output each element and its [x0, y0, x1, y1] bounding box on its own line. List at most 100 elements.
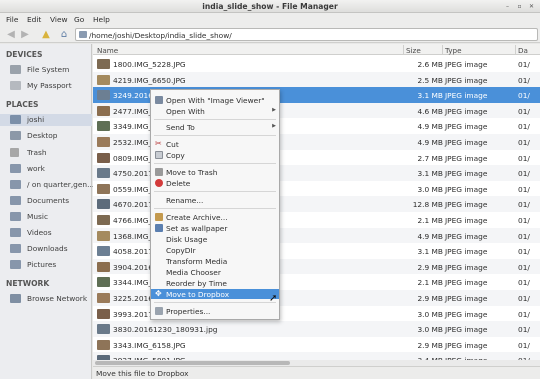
sidebar-item-label: work — [27, 164, 45, 173]
file-date: 01/ — [518, 75, 530, 85]
image-thumbnail-icon — [97, 74, 110, 85]
file-type: JPEG image — [445, 247, 488, 257]
menu-item-transform-media[interactable]: Transform Media — [151, 256, 279, 266]
sidebar-item-browse-network[interactable]: Browse Network — [10, 293, 92, 305]
file-type: JPEG image — [445, 200, 488, 210]
location-bar[interactable]: /home/joshi/Desktop/india_slide_show/ — [75, 28, 538, 41]
sidebar-item-music[interactable]: Music — [10, 211, 92, 223]
column-name[interactable]: Name — [97, 46, 118, 55]
close-icon[interactable]: ✕ — [527, 2, 536, 11]
sidebar-item-pictures[interactable]: Pictures — [10, 259, 92, 271]
file-size: 2.5 MB — [417, 75, 443, 85]
column-date[interactable]: Da — [518, 46, 528, 55]
title-bar: india_slide_show - File Manager – ▫ ✕ — [0, 0, 540, 13]
sidebar-item-documents[interactable]: Documents — [10, 195, 92, 207]
sidebar-item-quarter-share[interactable]: / on quarter,gen... — [10, 179, 94, 191]
menu-item-send-to[interactable]: Send To ▶ — [151, 122, 279, 132]
wallpaper-icon — [155, 224, 163, 232]
sidebar-item-videos[interactable]: Videos — [10, 227, 92, 239]
file-size: 2.1 MB — [417, 278, 443, 288]
file-size: 3.0 MB — [417, 325, 443, 335]
image-thumbnail-icon — [97, 90, 110, 101]
folder-icon — [79, 31, 87, 38]
menu-item-move-to-trash[interactable]: Move to Trash — [151, 167, 279, 177]
menu-item-copy[interactable]: Copy — [151, 150, 279, 160]
file-date: 01/ — [518, 106, 530, 116]
file-date: 01/ — [518, 309, 530, 319]
minimize-icon[interactable]: – — [503, 2, 512, 11]
menu-view[interactable]: View — [50, 15, 68, 24]
column-separator[interactable] — [442, 45, 443, 54]
file-size: 2.9 MB — [417, 340, 443, 350]
image-thumbnail-icon — [97, 246, 110, 257]
sidebar-item-work[interactable]: work — [10, 163, 92, 175]
sidebar-item-label: Downloads — [27, 244, 68, 253]
menu-item-label: Reorder by Time — [166, 278, 227, 288]
menu-item-label: Disk Usage — [166, 234, 208, 244]
menu-item-cut[interactable]: ✂ Cut — [151, 139, 279, 149]
menu-item-delete[interactable]: Delete — [151, 178, 279, 188]
sidebar-item-label: My Passport — [27, 81, 72, 90]
menu-item-media-chooser[interactable]: Media Chooser — [151, 267, 279, 277]
file-size: 3.1 MB — [417, 169, 443, 179]
column-type[interactable]: Type — [445, 46, 462, 55]
file-row[interactable]: 3343.IMG_6158.JPG 2.9 MB JPEG image 01/ — [93, 337, 540, 353]
file-type: JPEG image — [445, 309, 488, 319]
maximize-icon[interactable]: ▫ — [515, 2, 524, 11]
image-thumbnail-icon — [97, 137, 110, 147]
file-date: 01/ — [518, 325, 530, 335]
menu-item-open-with[interactable]: Open With ▶ — [151, 106, 279, 116]
menu-item-copydir[interactable]: CopyDIr — [151, 245, 279, 255]
menu-go[interactable]: Go — [74, 15, 84, 24]
home-icon[interactable]: ⌂ — [57, 28, 71, 41]
menu-edit[interactable]: Edit — [27, 15, 41, 24]
trash-icon — [155, 168, 163, 176]
file-row[interactable]: 1800.IMG_5228.JPG 2.6 MB JPEG image 01/ — [93, 56, 540, 72]
window-title: india_slide_show - File Manager — [202, 2, 338, 11]
scrollbar-thumb[interactable] — [95, 361, 290, 365]
menu-item-rename[interactable]: Rename... — [151, 195, 279, 205]
sidebar-item-label: Documents — [27, 196, 70, 205]
trash-icon — [10, 148, 19, 157]
menu-item-disk-usage[interactable]: Disk Usage — [151, 234, 279, 244]
documents-folder-icon — [10, 196, 21, 205]
menu-item-open-with-image-viewer[interactable]: Open With "Image Viewer" — [151, 95, 279, 105]
sidebar-item-downloads[interactable]: Downloads — [10, 243, 92, 255]
menu-item-properties[interactable]: Properties... — [151, 306, 279, 316]
back-icon[interactable]: ◀ — [6, 28, 16, 41]
file-type: JPEG image — [445, 294, 488, 303]
menu-file[interactable]: File — [6, 15, 18, 24]
image-thumbnail-icon — [97, 121, 110, 132]
file-name: 3830.20161230_180931.jpg — [113, 325, 218, 335]
menu-help[interactable]: Help — [93, 15, 110, 24]
column-header: Name Size Type Da — [93, 44, 540, 55]
file-size: 4.9 MB — [417, 138, 443, 147]
column-separator[interactable] — [515, 45, 516, 54]
sidebar-item-my-passport[interactable]: My Passport — [10, 80, 92, 92]
menu-item-set-as-wallpaper[interactable]: Set as wallpaper — [151, 223, 279, 233]
menu-item-create-archive[interactable]: Create Archive... — [151, 212, 279, 222]
sidebar-item-desktop[interactable]: Desktop — [10, 130, 92, 142]
mouse-pointer-icon: ➚ — [269, 293, 278, 304]
file-type: JPEG image — [445, 231, 488, 241]
menu-item-label: Transform Media — [166, 256, 228, 266]
menu-item-move-to-dropbox[interactable]: ✥ Move to Dropbox — [151, 289, 279, 299]
forward-icon[interactable]: ▶ — [20, 28, 30, 41]
menu-item-reorder-by-time[interactable]: Reorder by Time — [151, 278, 279, 288]
menu-separator — [154, 135, 276, 136]
properties-icon — [155, 307, 163, 315]
scissors-icon: ✂ — [155, 139, 162, 148]
sidebar-item-file-system[interactable]: File System — [10, 64, 92, 76]
videos-folder-icon — [10, 228, 21, 237]
column-separator[interactable] — [403, 45, 404, 54]
file-date: 01/ — [518, 262, 530, 272]
file-name: 2477.IMG_ — [113, 106, 153, 116]
up-icon[interactable]: ▲ — [40, 28, 52, 41]
sidebar-item-joshi[interactable]: joshi — [0, 114, 92, 126]
file-date: 01/ — [518, 184, 530, 194]
sidebar-item-trash[interactable]: Trash — [10, 147, 92, 159]
folder-icon — [10, 164, 21, 173]
column-size[interactable]: Size — [406, 46, 421, 55]
file-row[interactable]: 3830.20161230_180931.jpg 3.0 MB JPEG image… — [93, 321, 540, 337]
file-row[interactable]: 4219.IMG_6650.JPG 2.5 MB JPEG image 01/ — [93, 71, 540, 88]
